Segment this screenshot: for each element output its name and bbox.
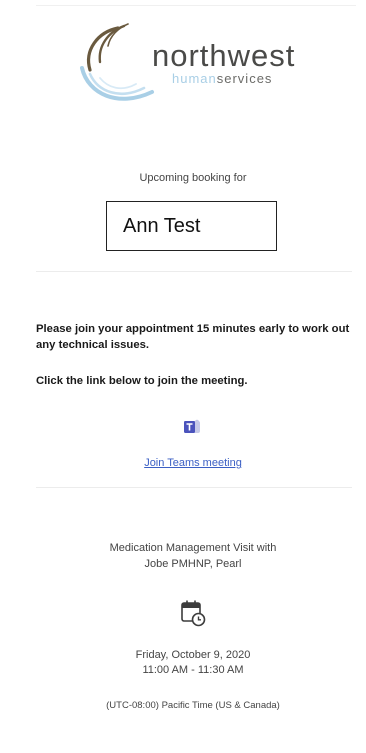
join-teams-link-container: Join Teams meeting: [0, 457, 366, 469]
appointment-datetime: Friday, October 9, 2020 11:00 AM - 11:30…: [0, 648, 366, 678]
calendar-clock-icon: [180, 599, 206, 627]
teams-icon: [183, 418, 201, 436]
early-join-notice: Please join your appointment 15 minutes …: [36, 323, 350, 351]
logo-sub-human: human: [172, 71, 217, 86]
top-divider: [36, 5, 356, 6]
logo-wordmark: northwest: [152, 38, 296, 73]
visit-description: Medication Management Visit with Jobe PM…: [0, 540, 366, 572]
section-divider: [36, 271, 352, 272]
join-teams-meeting-link[interactable]: Join Teams meeting: [144, 457, 242, 469]
appointment-date: Friday, October 9, 2020: [135, 649, 251, 661]
client-name-box: Ann Test: [106, 201, 277, 251]
logo-subtitle: humanservices: [172, 72, 272, 85]
join-instruction: Click the link below to join the meeting…: [36, 375, 248, 387]
section-divider: [36, 487, 352, 488]
visit-provider: Jobe PMHNP, Pearl: [144, 558, 242, 570]
northwest-logo: northwest humanservices: [78, 22, 304, 112]
appointment-time: 11:00 AM - 11:30 AM: [142, 664, 244, 676]
appointment-timezone: (UTC-08:00) Pacific Time (US & Canada): [106, 700, 280, 711]
logo-sub-services: services: [216, 71, 273, 86]
visit-title: Medication Management Visit with: [109, 542, 277, 554]
booking-label: Upcoming booking for: [139, 172, 247, 184]
